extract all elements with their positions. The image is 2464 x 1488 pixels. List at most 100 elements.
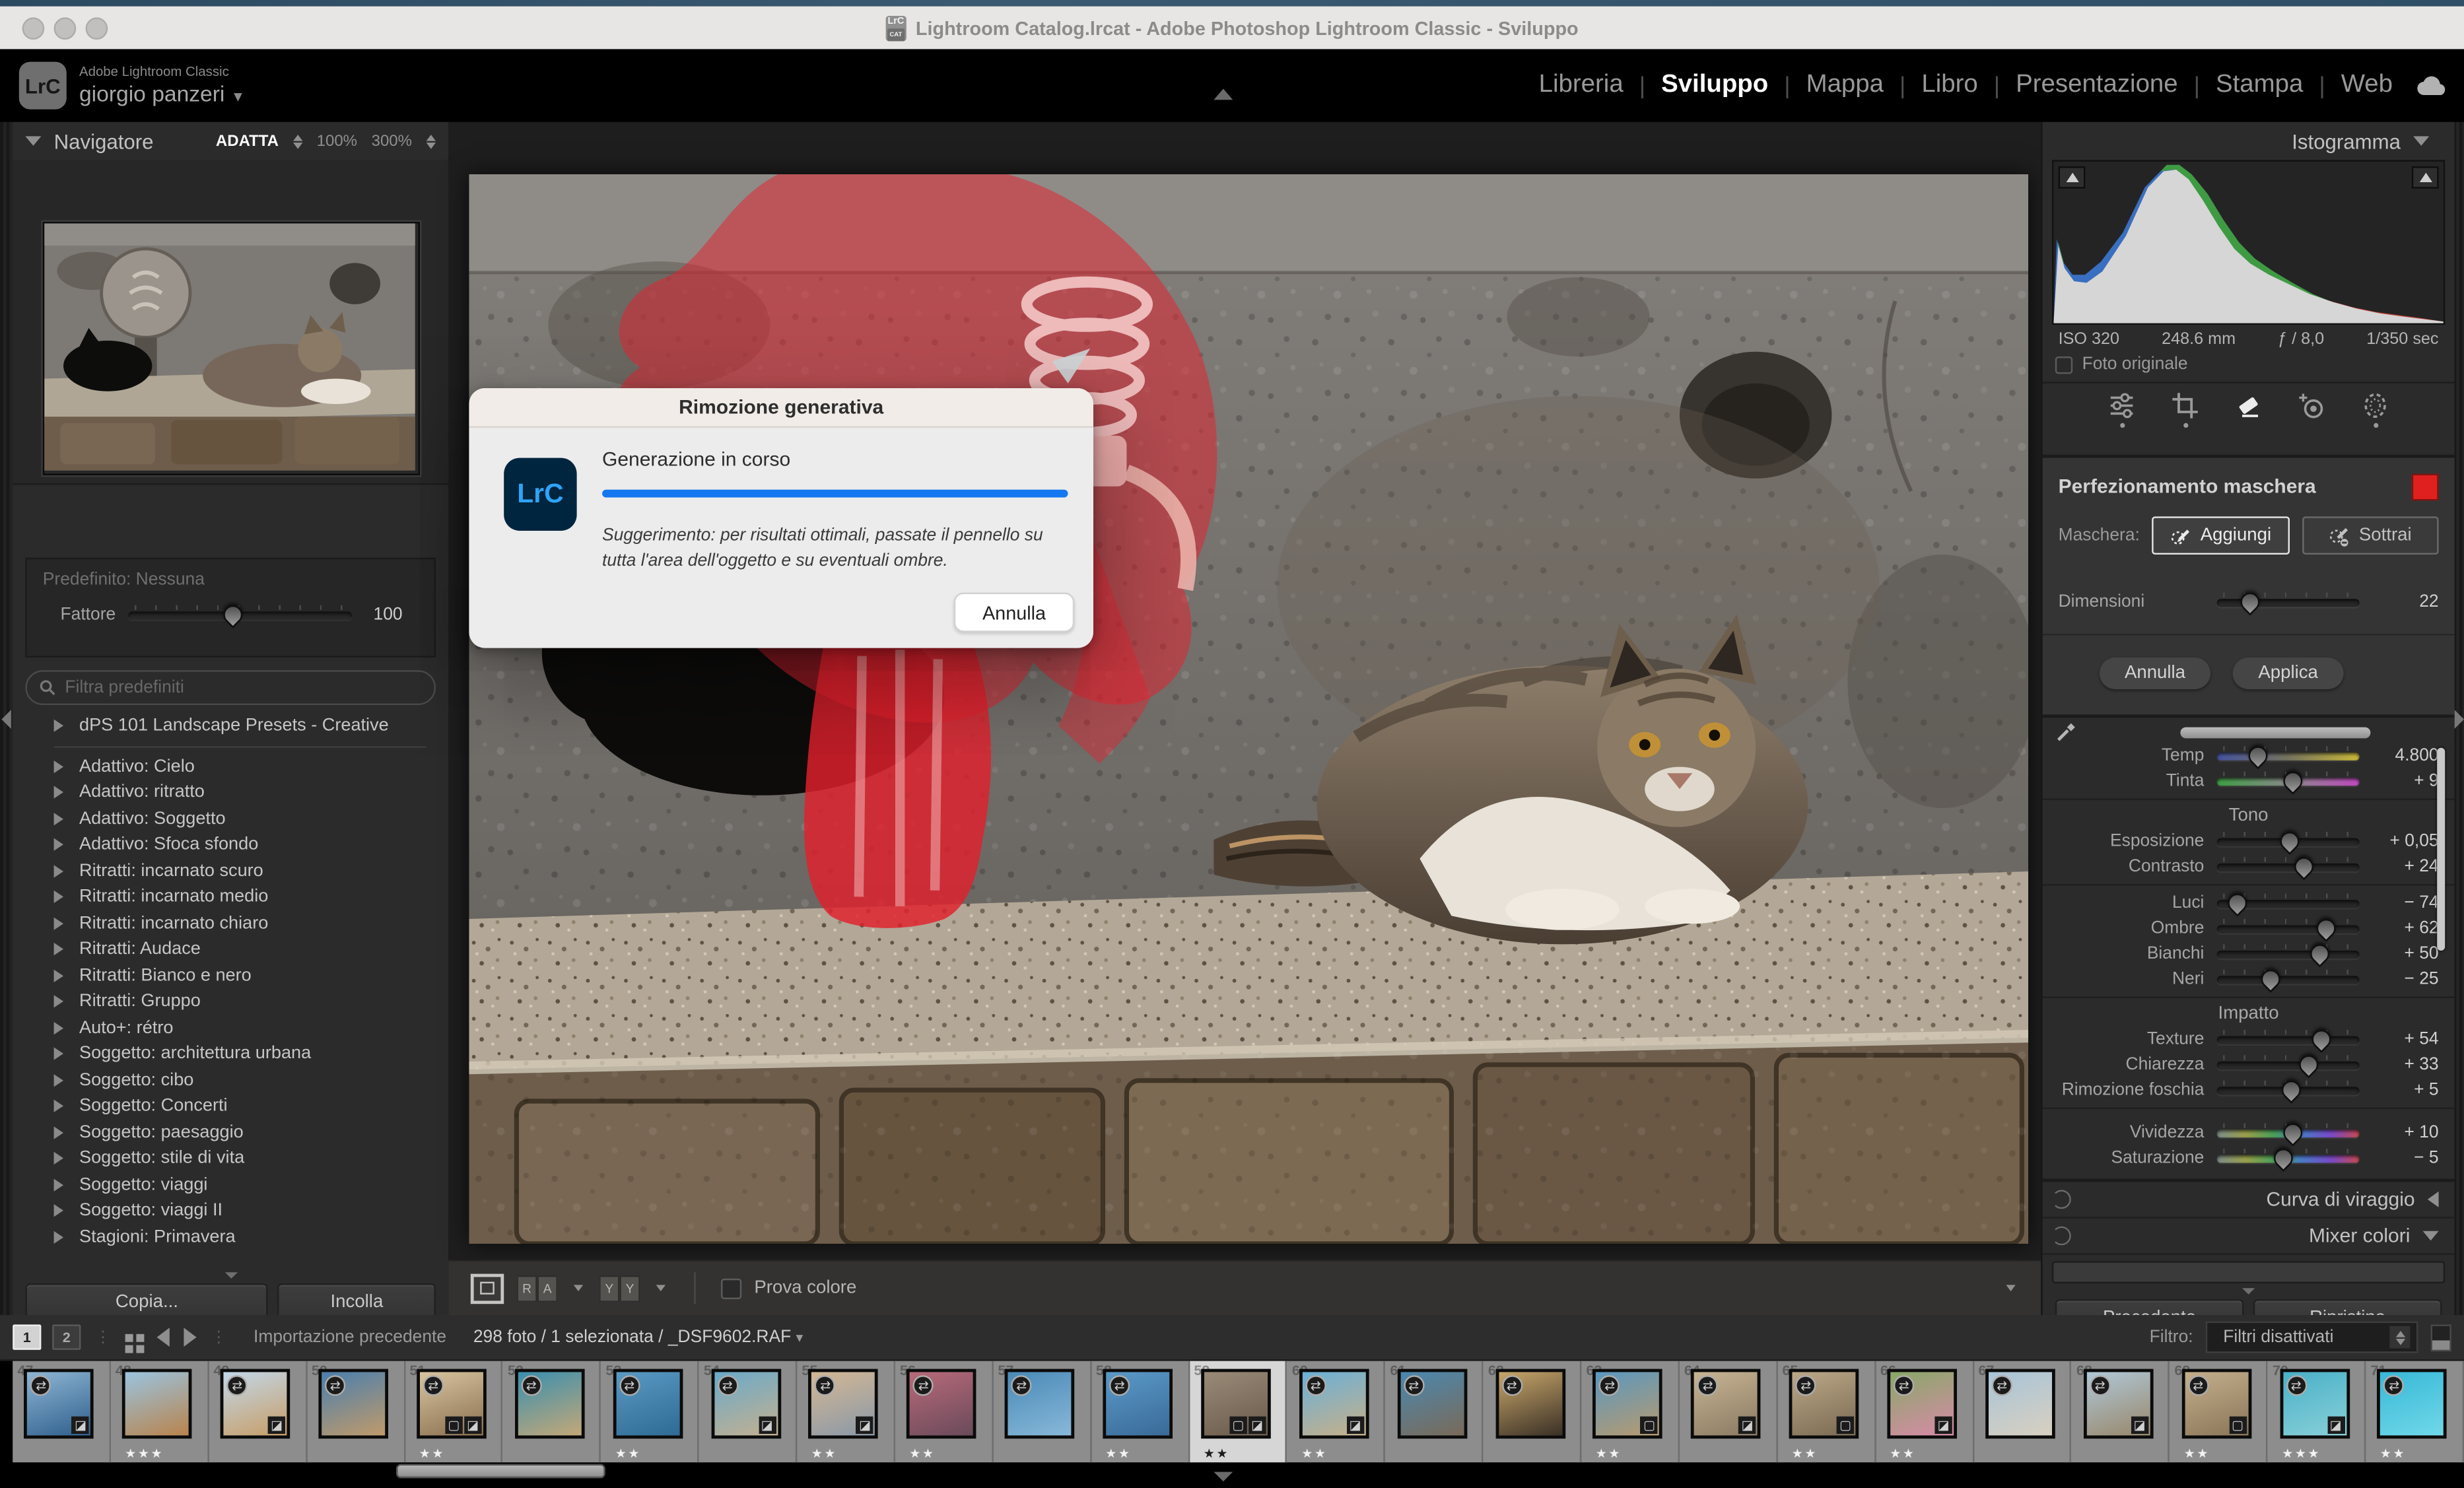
red-eye-tool[interactable] (2298, 391, 2326, 428)
mask-apply-button[interactable]: Applica (2233, 658, 2344, 689)
photo-thumbnail[interactable]: ⇄◪ (2084, 1369, 2154, 1439)
filmstrip-count-label[interactable]: 298 foto / 1 selezionata / _DSF9602.RAF … (473, 1328, 804, 1347)
preset-group[interactable]: Ritratti: Bianco e nero (13, 963, 448, 989)
filmstrip-cell-67[interactable]: 67⇄ (1973, 1361, 2072, 1463)
panel-toggle-icon[interactable] (2052, 1190, 2071, 1209)
tone-curve-header[interactable]: Curva di viraggio (2043, 1182, 2455, 1218)
star-rating[interactable]: ★★ (909, 1446, 935, 1461)
slider-track[interactable] (2217, 598, 2360, 606)
basic-adjustments-tool[interactable] (2107, 391, 2136, 428)
preset-group[interactable]: Soggetto: viaggi (13, 1172, 448, 1198)
slider-texture[interactable]: Texture+ 54 (2043, 1027, 2455, 1052)
photo-thumbnail[interactable]: ⇄ (613, 1369, 683, 1439)
dialog-cancel-button[interactable]: Annulla (954, 593, 1074, 632)
slider-temp[interactable]: Temp4.800 (2043, 743, 2455, 768)
preset-group[interactable]: Stagioni: Primavera (13, 1224, 448, 1250)
zoom-fit-button[interactable]: ADATTA (216, 132, 279, 149)
eyedropper-icon[interactable] (2055, 722, 2076, 742)
zoom-100-button[interactable]: 100% (317, 132, 357, 149)
photo-thumbnail[interactable]: ⇄ (907, 1369, 977, 1439)
filmstrip-cell-51[interactable]: 51⇄◪▢★★ (405, 1361, 503, 1463)
panel-end-marker-icon[interactable] (224, 1272, 237, 1279)
slider-dimensioni[interactable]: Dimensioni22 (2043, 590, 2455, 615)
zoom-300-button[interactable]: 300% (372, 132, 412, 149)
mask-size-slider[interactable]: Dimensioni22 (2043, 590, 2455, 615)
star-rating[interactable]: ★★ (615, 1446, 641, 1461)
slider-vividezza[interactable]: Vividezza+ 10 (2043, 1120, 2455, 1145)
minimize-window-button[interactable] (54, 17, 77, 40)
slider-contrasto[interactable]: Contrasto+ 24 (2043, 854, 2455, 879)
preset-group[interactable]: Adattivo: Soggetto (13, 805, 448, 832)
photo-thumbnail[interactable]: ⇄ (1495, 1369, 1565, 1439)
star-rating[interactable]: ★★ (419, 1446, 445, 1461)
cloud-sync-icon[interactable] (2416, 75, 2448, 97)
histogram-header[interactable]: Istogramma (2043, 122, 2455, 160)
star-rating[interactable]: ★★ (1792, 1446, 1818, 1461)
preset-group[interactable]: Ritratti: incarnato chiaro (13, 910, 448, 937)
photo-thumbnail[interactable]: ⇄ (1005, 1369, 1075, 1439)
loupe-view-button[interactable] (471, 1273, 504, 1303)
filmstrip-cell-71[interactable]: 71⇄★★ (2366, 1361, 2464, 1463)
filmstrip-cell-47[interactable]: 47⇄◪ (13, 1361, 111, 1463)
close-window-button[interactable] (22, 17, 45, 40)
photo-thumbnail[interactable]: ⇄▢ (1789, 1369, 1859, 1439)
photo-thumbnail[interactable]: ⇄◪ (1692, 1369, 1762, 1439)
preset-group[interactable]: Soggetto: Concerti (13, 1093, 448, 1120)
masking-tool[interactable] (2361, 391, 2389, 428)
filmstrip-cell-57[interactable]: 57⇄ (993, 1361, 1091, 1463)
filmstrip-cell-48[interactable]: 48★★★ (111, 1361, 209, 1463)
remove-tool-active[interactable] (2234, 391, 2263, 428)
photo-thumbnail[interactable]: ⇄▢ (1593, 1369, 1663, 1439)
photo-thumbnail[interactable]: ⇄ (1985, 1369, 2055, 1439)
preset-group[interactable]: Ritratti: Audace (13, 936, 448, 963)
split-view-button[interactable]: YY (599, 1275, 640, 1302)
filter-dropdown[interactable]: Filtri disattivati (2206, 1322, 2418, 1353)
zoom-spinner-icon[interactable] (427, 134, 436, 149)
slider-bianchi[interactable]: Bianchi+ 50 (2043, 941, 2455, 966)
filmstrip-cell-70[interactable]: 70⇄◪★★★ (2268, 1361, 2366, 1463)
photo-thumbnail[interactable]: ⇄ (1103, 1369, 1173, 1439)
slider-chiarezza[interactable]: Chiarezza+ 33 (2043, 1052, 2455, 1077)
module-tab-sviluppo[interactable]: Sviluppo (1660, 71, 1770, 100)
slider-fattore[interactable]: Fattore100 (43, 602, 419, 627)
collapse-top-panel-arrow[interactable] (1214, 88, 1233, 100)
filmstrip-cell-55[interactable]: 55⇄◪★★ (797, 1361, 895, 1463)
photo-thumbnail[interactable]: ⇄◪ (2280, 1369, 2350, 1439)
mask-subtract-button[interactable]: Sottrai (2302, 516, 2438, 555)
photo-thumbnail[interactable]: ⇄◪ (809, 1369, 879, 1439)
preset-group[interactable]: Soggetto: stile di vita (13, 1145, 448, 1172)
navigator-header[interactable]: Navigatore ADATTA 100% 300% (13, 122, 448, 160)
star-rating[interactable]: ★★ (2184, 1446, 2210, 1461)
previous-photo-arrow[interactable] (157, 1328, 170, 1347)
preset-group[interactable]: Adattivo: Sfoca sfondo (13, 832, 448, 858)
highlight-clipping-indicator[interactable] (2412, 166, 2439, 189)
slider-track[interactable] (2217, 777, 2360, 785)
filmstrip-cell-59-selected[interactable]: 59◪▢★★ (1189, 1361, 1287, 1463)
filmstrip-cell-66[interactable]: 66⇄◪★★ (1876, 1361, 1974, 1463)
slider-saturazione[interactable]: Saturazione− 5 (2043, 1145, 2455, 1170)
module-tab-libro[interactable]: Libro (1920, 71, 1979, 100)
slider-track[interactable] (2217, 950, 2360, 958)
photo-thumbnail[interactable]: ⇄◪ (24, 1369, 94, 1439)
navigator-thumbnail[interactable] (43, 222, 420, 475)
slider-track[interactable] (2217, 1086, 2360, 1094)
primary-monitor-button[interactable]: 1 (13, 1324, 41, 1349)
star-rating[interactable]: ★★ (2380, 1446, 2406, 1461)
preset-group[interactable]: Soggetto: cibo (13, 1067, 448, 1093)
preset-group[interactable]: Soggetto: viaggi II (13, 1198, 448, 1224)
filmstrip-cell-60[interactable]: 60⇄◪★★ (1287, 1361, 1386, 1463)
photo-thumbnail[interactable]: ⇄◪ (711, 1369, 781, 1439)
filmstrip-cell-53[interactable]: 53⇄★★ (601, 1361, 699, 1463)
module-tab-presentazione[interactable]: Presentazione (2014, 71, 2179, 100)
preset-group[interactable]: dPS 101 Landscape Presets - Creative (13, 713, 448, 739)
color-mixer-header[interactable]: Mixer colori (2043, 1219, 2455, 1255)
filmstrip-source-label[interactable]: Importazione precedente (254, 1328, 446, 1347)
slider-track[interactable] (2217, 924, 2360, 932)
next-photo-arrow[interactable] (184, 1328, 196, 1347)
secondary-monitor-button[interactable]: 2 (52, 1324, 81, 1349)
preset-amount-slider[interactable]: Fattore100 (43, 602, 419, 627)
mask-cancel-button[interactable]: Annulla (2100, 658, 2210, 689)
collapse-filmstrip-arrow[interactable] (1214, 1472, 1233, 1481)
module-tab-libreria[interactable]: Libreria (1537, 71, 1625, 100)
panel-toggle-icon[interactable] (2052, 1227, 2071, 1246)
